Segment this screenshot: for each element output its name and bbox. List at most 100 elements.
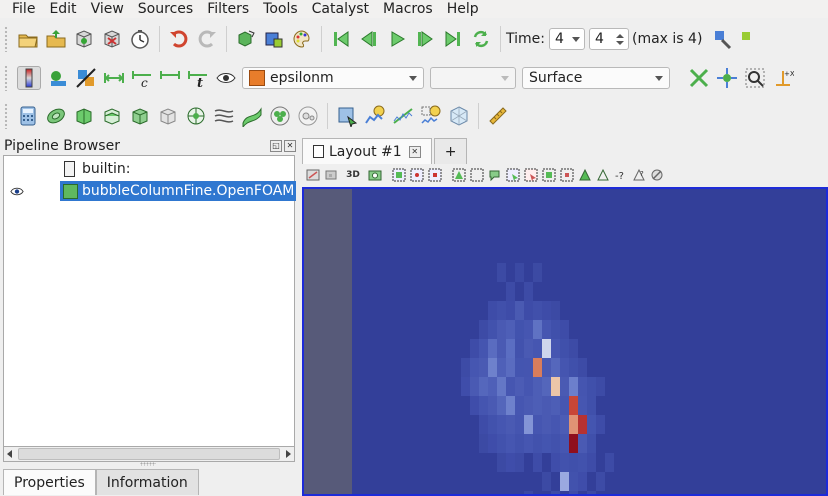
stream-tracer-icon[interactable] [213, 105, 235, 127]
rescale-temporal-icon[interactable] [159, 67, 181, 89]
load-state-icon[interactable] [45, 28, 67, 50]
menu-filters[interactable]: Filters [207, 1, 249, 17]
scrollbar-thumb[interactable] [18, 448, 280, 460]
group-datasets-icon[interactable] [269, 105, 291, 127]
slice-icon[interactable] [101, 105, 123, 127]
glyph-icon[interactable] [185, 105, 207, 127]
pipeline-horizontal-scrollbar[interactable] [3, 446, 295, 462]
interactive-select-icon[interactable] [488, 168, 502, 182]
reset-camera-icon[interactable] [235, 28, 257, 50]
contour-icon[interactable] [45, 105, 67, 127]
camera-icon[interactable] [368, 168, 382, 182]
edit-color-map-icon[interactable] [47, 67, 69, 89]
menu-tools[interactable]: Tools [263, 1, 298, 17]
timer-icon[interactable] [129, 28, 151, 50]
rescale-range-icon[interactable] [103, 67, 125, 89]
extract-subset-icon[interactable] [157, 105, 179, 127]
next-frame-icon[interactable] [414, 28, 436, 50]
representation-select[interactable]: Surface [522, 67, 670, 89]
play-icon[interactable] [386, 28, 408, 50]
tab-layout-1[interactable]: Layout #1 ✕ [302, 138, 432, 164]
scroll-right-icon[interactable] [286, 450, 291, 458]
last-frame-icon[interactable] [442, 28, 464, 50]
toolbar-grip[interactable] [4, 103, 8, 129]
clip-icon[interactable] [73, 105, 95, 127]
select-cells-icon[interactable] [392, 168, 406, 182]
time-inspector-icon[interactable] [364, 105, 386, 127]
connect-icon[interactable] [73, 28, 95, 50]
menu-catalyst[interactable]: Catalyst [312, 1, 369, 17]
toolbar-grip[interactable] [4, 26, 8, 52]
cube-axes-icon[interactable] [448, 105, 470, 127]
visibility-eye-icon[interactable] [215, 67, 237, 89]
tooltip-icon[interactable]: -? [614, 168, 628, 182]
undo-icon[interactable] [168, 28, 190, 50]
reset-camera-direction-icon[interactable] [688, 67, 710, 89]
shrink-selection-icon[interactable] [560, 168, 574, 182]
ruler-icon[interactable] [487, 105, 509, 127]
select-cells-through-icon[interactable] [428, 168, 442, 182]
point-labels-icon[interactable] [596, 168, 610, 182]
add-layout-tab[interactable]: + [433, 138, 468, 164]
threshold-icon[interactable] [129, 105, 151, 127]
calculator-icon[interactable] [17, 105, 39, 127]
hover-points-icon[interactable] [506, 168, 520, 182]
rescale-visible-t-icon[interactable]: t [187, 67, 209, 89]
color-by-array-select[interactable]: epsilonm [242, 67, 424, 89]
axis-direction-icon[interactable]: +X [772, 67, 794, 89]
close-icon[interactable]: ✕ [284, 140, 296, 152]
reset-range-custom-icon[interactable] [75, 67, 97, 89]
disconnect-icon[interactable] [101, 28, 123, 50]
eye-icon[interactable] [9, 184, 25, 198]
reset-range-icon[interactable] [740, 28, 762, 50]
select-block-icon[interactable] [470, 168, 484, 182]
pick-color-icon[interactable] [712, 28, 734, 50]
clear-selection-icon[interactable] [650, 168, 664, 182]
spin-arrows[interactable] [615, 33, 628, 45]
capture-icon[interactable] [324, 168, 338, 182]
select-polygon-icon[interactable] [452, 168, 466, 182]
loop-icon[interactable] [470, 28, 492, 50]
menu-help[interactable]: Help [447, 1, 479, 17]
zoom-box-icon[interactable] [744, 67, 766, 89]
color-palette-icon[interactable] [291, 28, 313, 50]
show-labels-icon[interactable] [578, 168, 592, 182]
split-view-icon[interactable] [306, 168, 320, 182]
splitter-handle[interactable] [140, 462, 156, 466]
plot-time-icon[interactable] [420, 105, 442, 127]
open-file-icon[interactable] [17, 28, 39, 50]
zoom-to-data-icon[interactable] [263, 28, 285, 50]
render-view[interactable] [302, 187, 828, 496]
tab-properties[interactable]: Properties [3, 469, 96, 495]
find-data-icon[interactable]: ? [632, 168, 646, 182]
pipeline-tree[interactable]: builtin: bubbleColumnFine.OpenFOAM [3, 155, 297, 462]
menu-file[interactable]: File [12, 1, 35, 17]
rescale-custom-c-icon[interactable]: c [131, 67, 153, 89]
menu-edit[interactable]: Edit [49, 1, 76, 17]
scroll-left-icon[interactable] [7, 450, 12, 458]
menu-macros[interactable]: Macros [383, 1, 433, 17]
extract-level-icon[interactable] [297, 105, 319, 127]
time-value-combo[interactable]: 4 [548, 28, 585, 50]
tree-item-builtin[interactable]: builtin: [64, 159, 131, 179]
first-frame-icon[interactable] [330, 28, 352, 50]
warp-by-vector-icon[interactable] [241, 105, 263, 127]
grow-selection-icon[interactable] [542, 168, 556, 182]
plot-over-line-icon[interactable] [392, 105, 414, 127]
float-panel-icon[interactable]: ◱ [270, 140, 282, 152]
hover-cells-icon[interactable] [524, 168, 538, 182]
menu-view[interactable]: View [91, 1, 124, 17]
menu-sources[interactable]: Sources [138, 1, 193, 17]
component-select[interactable] [430, 67, 516, 89]
tree-item-dataset[interactable]: bubbleColumnFine.OpenFOAM [9, 181, 297, 201]
select-points-icon[interactable] [336, 105, 358, 127]
redo-icon[interactable] [196, 28, 218, 50]
select-points-on-icon[interactable] [410, 168, 424, 182]
previous-frame-icon[interactable] [358, 28, 380, 50]
close-icon[interactable]: ✕ [408, 145, 421, 158]
toggle-3d-button[interactable]: 3D [342, 168, 364, 182]
time-step-spinbox[interactable]: 4 [588, 28, 629, 50]
tab-information[interactable]: Information [95, 469, 199, 495]
toolbar-grip[interactable] [4, 65, 8, 91]
interaction-mode-icon[interactable] [716, 67, 738, 89]
